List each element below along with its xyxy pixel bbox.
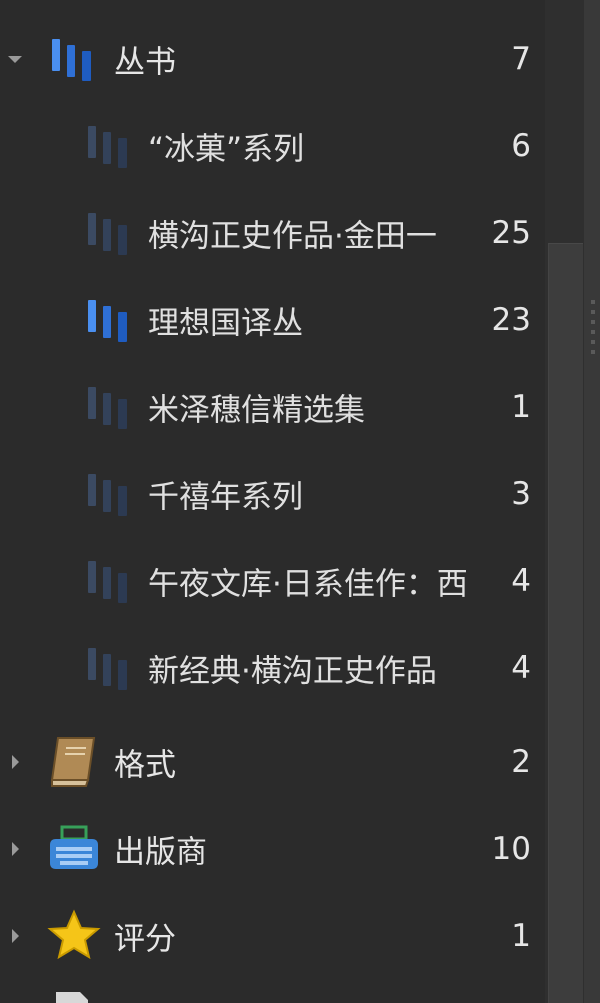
series-item-icon [88, 560, 127, 603]
series-count: 7 [511, 40, 531, 77]
series-item[interactable]: 午夜文库·日系佳作：西 4 [0, 537, 545, 624]
series-item-count: 6 [511, 127, 531, 164]
category-tree: 丛书 7 “冰菓”系列 6 横沟正史作品·金田一 25 理想国译丛 23 米泽穗… [0, 0, 545, 1003]
format-count: 2 [511, 743, 531, 780]
series-item-count: 3 [511, 475, 531, 512]
series-item-count: 1 [511, 388, 531, 425]
rating-label: 评分 [114, 921, 176, 957]
series-item-label: 千禧年系列 [148, 479, 303, 515]
series-item-count: 25 [491, 214, 531, 251]
book-icon [50, 736, 96, 787]
rating-count: 1 [511, 917, 531, 954]
expand-down-arrow-icon[interactable] [6, 50, 24, 68]
expand-right-arrow-icon[interactable] [6, 927, 24, 945]
splitter-handle[interactable] [584, 0, 600, 1003]
series-item[interactable]: 米泽穗信精选集 1 [0, 363, 545, 450]
series-item-label: 米泽穗信精选集 [148, 392, 365, 428]
series-item-icon [88, 386, 127, 429]
series-item-label: “冰菓”系列 [148, 131, 305, 167]
series-item[interactable]: “冰菓”系列 6 [0, 102, 545, 189]
series-item-count: 4 [511, 649, 531, 686]
expand-right-arrow-icon[interactable] [6, 840, 24, 858]
format-label: 格式 [114, 747, 176, 783]
series-item-icon [88, 299, 127, 342]
tree-node-rating[interactable]: 评分 1 [0, 892, 545, 979]
series-item-label: 横沟正史作品·金田一 [148, 218, 437, 254]
series-item-count: 23 [491, 301, 531, 338]
series-item-icon [88, 473, 127, 516]
series-item-icon [88, 647, 127, 690]
tree-node-series[interactable]: 丛书 7 [0, 15, 545, 102]
series-item[interactable]: 横沟正史作品·金田一 25 [0, 189, 545, 276]
star-icon [47, 909, 101, 959]
document-icon [56, 992, 88, 1003]
series-item[interactable]: 新经典·横沟正史作品 4 [0, 624, 545, 711]
series-icon [52, 38, 91, 81]
scrollbar-thumb[interactable] [548, 243, 583, 1003]
series-item-selected[interactable]: 理想国译丛 23 [0, 276, 545, 363]
tree-node-publisher[interactable]: 出版商 10 [0, 805, 545, 892]
typewriter-icon [50, 825, 98, 869]
series-item-icon [88, 125, 127, 168]
publisher-count: 10 [491, 830, 531, 867]
series-label: 丛书 [114, 44, 176, 80]
splitter-grip[interactable] [591, 300, 595, 360]
series-item-label: 理想国译丛 [148, 305, 303, 341]
series-item[interactable]: 千禧年系列 3 [0, 450, 545, 537]
publisher-label: 出版商 [114, 834, 207, 870]
tree-node-format[interactable]: 格式 2 [0, 718, 545, 805]
tag-browser-pane: 丛书 7 “冰菓”系列 6 横沟正史作品·金田一 25 理想国译丛 23 米泽穗… [0, 0, 600, 1003]
expand-right-arrow-icon[interactable] [6, 753, 24, 771]
series-item-icon [88, 212, 127, 255]
series-item-count: 4 [511, 562, 531, 599]
series-item-label: 午夜文库·日系佳作：西 [148, 566, 468, 602]
series-item-label: 新经典·横沟正史作品 [148, 653, 437, 689]
